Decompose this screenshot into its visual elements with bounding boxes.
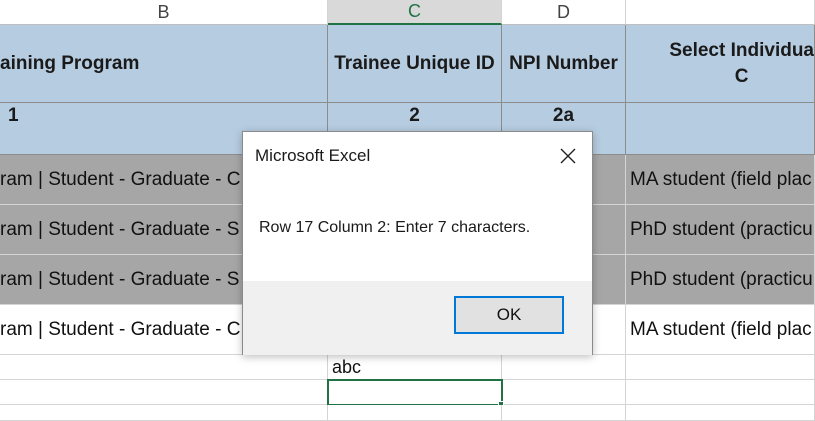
cell-text: MA student (field plac <box>630 318 812 340</box>
number-label: 2 <box>409 105 420 126</box>
cell-c-row7[interactable] <box>328 405 502 421</box>
active-cell[interactable] <box>327 379 503 406</box>
column-letter: B <box>157 1 170 22</box>
header-label: NPI Number <box>509 52 618 74</box>
cell-text: abc <box>332 356 362 377</box>
cell-e-row2[interactable]: PhD student (practicu <box>626 205 815 255</box>
column-header-d[interactable]: D <box>502 0 626 25</box>
cell-e-row5[interactable] <box>626 355 815 380</box>
header-select-individual[interactable]: Select Individua C <box>626 25 815 103</box>
cell-d-row6[interactable] <box>502 380 626 405</box>
column-letter: D <box>557 1 570 22</box>
cell-e-row3[interactable]: PhD student (practicu <box>626 255 815 305</box>
header-label: aining Program <box>0 52 140 74</box>
number-cell-e[interactable] <box>626 103 815 155</box>
header-label: Select Individua C <box>669 39 814 87</box>
cell-text: ram | Student - Graduate - C <box>0 318 241 340</box>
cell-e-row7[interactable] <box>626 405 815 421</box>
cell-text: ram | Student - Graduate - S <box>0 268 240 290</box>
close-icon[interactable] <box>556 144 580 168</box>
column-header-e[interactable] <box>626 0 815 25</box>
number-label: 1 <box>8 105 19 126</box>
dialog-message: Row 17 Column 2: Enter 7 characters. <box>259 219 531 236</box>
cell-b-row6[interactable] <box>0 380 328 405</box>
cell-c-row5[interactable]: abc <box>328 355 502 380</box>
cell-d-row5[interactable] <box>502 355 626 380</box>
cell-e-row4[interactable]: MA student (field plac <box>626 305 815 355</box>
cell-d-row7[interactable] <box>502 405 626 421</box>
cell-text: PhD student (practicu <box>630 268 813 290</box>
column-letter: C <box>408 1 421 21</box>
ok-button[interactable]: OK <box>454 296 564 334</box>
dialog-title: Microsoft Excel <box>255 146 371 165</box>
cell-b-row5[interactable] <box>0 355 328 380</box>
number-label: 2a <box>552 105 575 126</box>
column-header-b[interactable]: B <box>0 0 328 25</box>
header-trainee-unique-id[interactable]: Trainee Unique ID <box>328 25 502 103</box>
header-training-program[interactable]: aining Program <box>0 25 328 103</box>
header-npi-number[interactable]: NPI Number <box>502 25 626 103</box>
cell-b-row7[interactable] <box>0 405 328 421</box>
ok-label: OK <box>496 305 522 324</box>
cell-text: ram | Student - Graduate - C <box>0 168 241 190</box>
cell-e-row1[interactable]: MA student (field plac <box>626 155 815 205</box>
cell-e-row6[interactable] <box>626 380 815 405</box>
message-dialog: Microsoft Excel Row 17 Column 2: Enter 7… <box>242 131 593 355</box>
column-header-c[interactable]: C <box>328 0 502 25</box>
cell-text: PhD student (practicu <box>630 218 813 240</box>
cell-text: ram | Student - Graduate - S <box>0 218 240 240</box>
header-label: Trainee Unique ID <box>334 52 495 74</box>
cell-text: MA student (field plac <box>630 168 812 190</box>
